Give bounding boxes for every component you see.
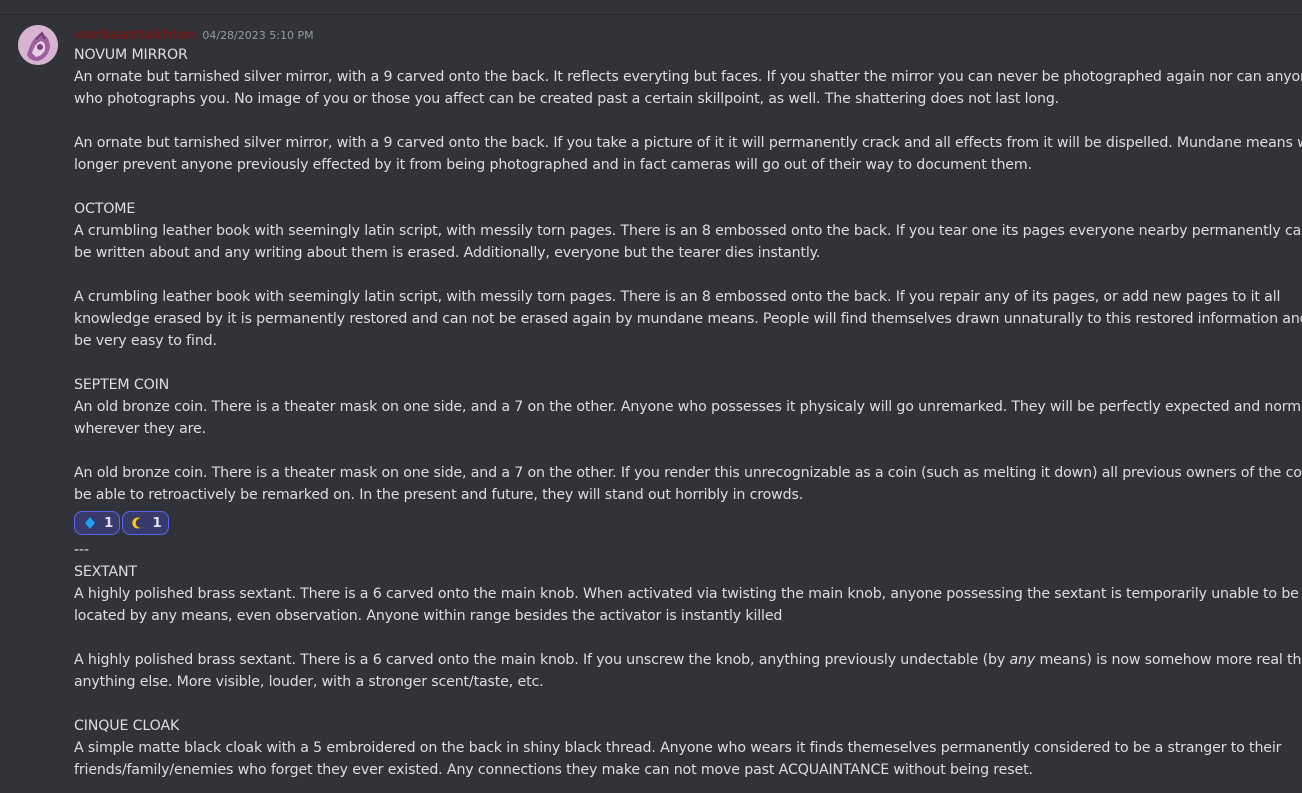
crescent-moon-icon bbox=[132, 517, 141, 529]
message-line: A highly polished brass sextant. There i… bbox=[74, 652, 1302, 668]
message-line: be able to retroactively be remarked on.… bbox=[74, 487, 804, 503]
message-line: located by any means, even observation. … bbox=[74, 608, 783, 624]
message-line: be written about and any writing about t… bbox=[74, 245, 821, 261]
message-header: varbaastakhlan 04/28/2023 5:10 PM bbox=[74, 24, 314, 44]
username[interactable]: varbaastakhlan bbox=[74, 27, 196, 43]
reaction-count: 1 bbox=[152, 515, 162, 531]
message-text-block-continued: --- SEXTANT A highly polished brass sextan… bbox=[74, 539, 1302, 781]
message-line: who photographs you. No image of you or … bbox=[74, 91, 1060, 107]
message-line: An old bronze coin. There is a theater m… bbox=[74, 465, 1302, 481]
message-line: A crumbling leather book with seemingly … bbox=[74, 289, 1281, 305]
message-line: NOVUM MIRROR bbox=[74, 47, 188, 63]
message-line: An ornate but tarnished silver mirror, w… bbox=[74, 69, 1302, 85]
message-line: A crumbling leather book with seemingly … bbox=[74, 223, 1302, 239]
reaction-count: 1 bbox=[104, 515, 114, 531]
message-line: friends/family/enemies who forget they e… bbox=[74, 762, 1033, 778]
message-line: OCTOME bbox=[74, 201, 136, 217]
message-text-block: NOVUM MIRROR An ornate but tarnished silv… bbox=[74, 44, 1302, 506]
emphasis-text: any bbox=[1009, 652, 1036, 668]
message-line: CINQUE CLOAK bbox=[74, 718, 180, 734]
message-line: An ornate but tarnished silver mirror, w… bbox=[74, 135, 1302, 151]
message-line: An old bronze coin. There is a theater m… bbox=[74, 399, 1302, 415]
message-line: SEPTEM COIN bbox=[74, 377, 170, 393]
avatar[interactable] bbox=[18, 25, 58, 65]
message-line: A simple matte black cloak with a 5 embr… bbox=[74, 740, 1282, 756]
reactions-bar: 1 1 bbox=[74, 511, 1302, 539]
channel-header-bar bbox=[0, 0, 1302, 15]
message-timestamp[interactable]: 04/28/2023 5:10 PM bbox=[202, 29, 313, 42]
message-line: be very easy to find. bbox=[74, 333, 217, 349]
avatar-image bbox=[18, 25, 58, 65]
reaction-crescent-moon[interactable]: 1 bbox=[122, 511, 169, 535]
message-line: A highly polished brass sextant. There i… bbox=[74, 586, 1299, 602]
blue-diamond-icon bbox=[85, 517, 95, 529]
message-line: knowledge erased by it is permanently re… bbox=[74, 311, 1302, 327]
message-line: longer prevent anyone previously effecte… bbox=[74, 157, 1032, 173]
message-line: wherever they are. bbox=[74, 421, 206, 437]
message-content: NOVUM MIRROR An ornate but tarnished silv… bbox=[74, 44, 1302, 781]
header-toolbar-edge bbox=[1192, 0, 1282, 2]
message-line: SEXTANT bbox=[74, 564, 137, 580]
message-line: anything else. More visible, louder, wit… bbox=[74, 674, 544, 690]
message-line: --- bbox=[74, 542, 89, 558]
reaction-blue-diamond[interactable]: 1 bbox=[74, 511, 121, 535]
